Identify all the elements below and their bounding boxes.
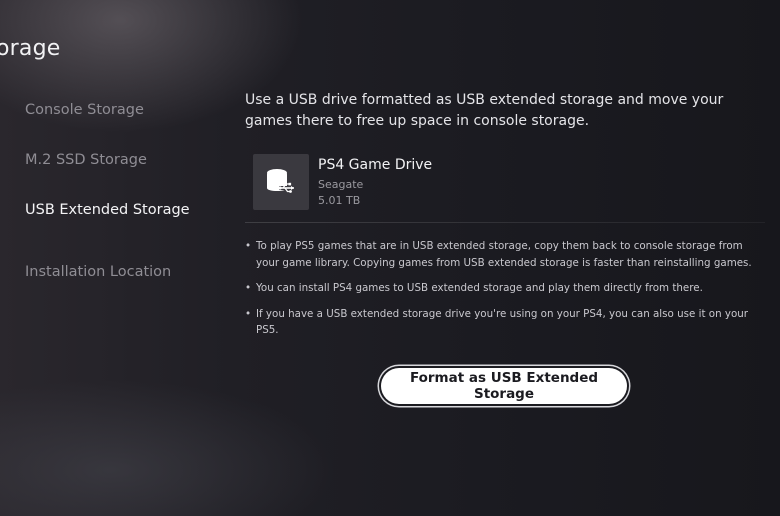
list-item-text: To play PS5 games that are in USB extend… [256,240,752,269]
list-item-text: You can install PS4 games to USB extende… [256,282,703,294]
drive-card[interactable]: PS4 Game Drive Seagate 5.01 TB [253,154,753,214]
list-item: • To play PS5 games that are in USB exte… [245,238,765,271]
drive-size: 5.01 TB [318,194,361,207]
format-usb-extended-storage-button[interactable]: Format as USB Extended Storage [381,368,627,404]
bullet-dot: • [245,240,252,252]
sidebar-item-usb-extended-storage[interactable]: USB Extended Storage [25,202,190,218]
bullet-dot: • [245,282,252,294]
info-list: • To play PS5 games that are in USB exte… [245,238,765,348]
usb-drive-icon [253,154,309,210]
bullet-dot: • [245,307,252,320]
page-title: orage [0,36,61,61]
intro-text: Use a USB drive formatted as USB extende… [245,92,724,129]
sidebar-item-console-storage[interactable]: Console Storage [25,102,144,118]
list-item: • If you have a USB extended storage dri… [245,306,765,339]
list-item: • You can install PS4 games to USB exten… [245,280,765,297]
drive-name: PS4 Game Drive [318,157,433,173]
drive-vendor: Seagate [318,178,364,191]
divider [245,222,765,223]
sidebar-item-m2-ssd-storage[interactable]: M.2 SSD Storage [25,152,147,168]
sidebar-item-installation-location[interactable]: Installation Location [25,264,171,280]
list-item-text: If you have a USB extended storage drive… [256,307,749,337]
